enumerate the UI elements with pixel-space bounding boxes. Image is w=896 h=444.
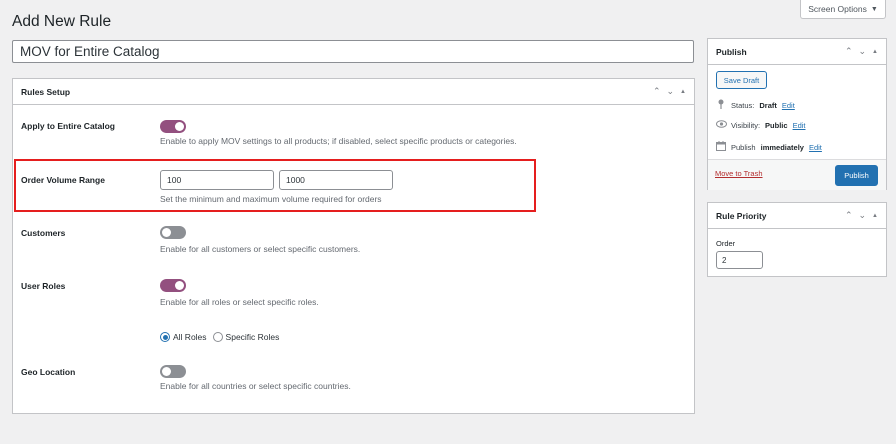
geo-location-toggle[interactable]: [160, 365, 186, 378]
visibility-value: Public: [765, 120, 788, 130]
status-label: Status:: [731, 100, 755, 110]
toggle-knob: [175, 122, 184, 131]
user-roles-description: Enable for all roles or select specific …: [160, 297, 319, 307]
collapse-toggle-icon[interactable]: ▲: [872, 49, 878, 55]
apply-entire-catalog-label: Apply to Entire Catalog: [21, 121, 115, 131]
toggle-knob: [162, 367, 171, 376]
screen-options-button[interactable]: Screen Options ▼: [800, 0, 886, 19]
rule-priority-box: Rule Priority ⌃ ⌄ ▲ Order 2: [707, 202, 887, 277]
publish-date-label: Publish: [731, 142, 756, 152]
edit-visibility-link[interactable]: Edit: [793, 121, 806, 130]
geo-location-description: Enable for all countries or select speci…: [160, 381, 351, 391]
chevron-down-icon[interactable]: ⌄: [859, 46, 867, 57]
edit-publish-date-link[interactable]: Edit: [809, 143, 822, 152]
radio-all-roles-label: All Roles: [173, 332, 207, 342]
collapse-toggle-icon[interactable]: ▲: [680, 89, 686, 95]
apply-entire-catalog-description: Enable to apply MOV settings to all prod…: [160, 136, 517, 146]
user-roles-toggle[interactable]: [160, 279, 186, 292]
visibility-label: Visibility:: [731, 120, 761, 130]
apply-entire-catalog-toggle[interactable]: [160, 120, 186, 133]
rules-setup-header: Rules Setup ⌃ ⌄ ▲: [13, 79, 694, 105]
calendar-icon: [716, 141, 726, 153]
radio-checked-icon: [160, 332, 170, 342]
rule-priority-handle-actions: ⌃ ⌄ ▲: [845, 210, 878, 221]
status-value: Draft: [759, 100, 777, 110]
rules-setup-heading: Rules Setup: [21, 86, 71, 97]
publish-actions-bar: Move to Trash Publish: [708, 159, 886, 190]
screen-options-label: Screen Options: [808, 4, 867, 14]
publish-date-row: Publish immediately Edit: [716, 141, 822, 153]
publish-handle-actions: ⌃ ⌄ ▲: [845, 46, 878, 57]
publish-header: Publish ⌃ ⌄ ▲: [708, 39, 886, 65]
publish-box: Publish ⌃ ⌄ ▲ Save Draft Status: Draft E…: [707, 38, 887, 190]
post-title-input[interactable]: MOV for Entire Catalog: [12, 40, 694, 63]
customers-description: Enable for all customers or select speci…: [160, 244, 361, 254]
publish-heading: Publish: [716, 46, 747, 57]
rules-setup-box: Rules Setup ⌃ ⌄ ▲ Apply to Entire Catalo…: [12, 78, 695, 414]
radio-specific-roles[interactable]: Specific Roles: [212, 332, 280, 342]
publish-button[interactable]: Publish: [835, 165, 878, 186]
chevron-down-icon[interactable]: ⌄: [667, 86, 675, 97]
rule-priority-heading: Rule Priority: [716, 210, 767, 221]
visibility-row: Visibility: Public Edit: [716, 120, 806, 130]
radio-specific-roles-label: Specific Roles: [225, 332, 280, 342]
collapse-toggle-icon[interactable]: ▲: [872, 213, 878, 219]
order-input[interactable]: 2: [716, 251, 763, 269]
caret-down-icon: ▼: [870, 5, 878, 13]
page-title: Add New Rule: [12, 13, 112, 30]
chevron-down-icon[interactable]: ⌄: [859, 210, 867, 221]
customers-label: Customers: [21, 228, 66, 238]
order-volume-highlight-box: [14, 159, 536, 212]
radio-unchecked-icon: [212, 332, 223, 342]
publish-date-value: immediately: [760, 142, 804, 152]
move-to-trash-link[interactable]: Move to Trash: [715, 169, 763, 178]
customers-toggle[interactable]: [160, 226, 186, 239]
order-label: Order: [716, 239, 736, 248]
geo-location-label: Geo Location: [21, 367, 76, 377]
chevron-up-icon[interactable]: ⌃: [653, 86, 661, 97]
toggle-knob: [162, 228, 171, 237]
eye-icon: [716, 120, 727, 130]
chevron-up-icon[interactable]: ⌃: [845, 210, 853, 221]
user-roles-label: User Roles: [21, 281, 66, 291]
chevron-up-icon[interactable]: ⌃: [845, 46, 853, 57]
pin-icon: [716, 99, 726, 111]
radio-all-roles[interactable]: All Roles: [160, 332, 207, 342]
edit-status-link[interactable]: Edit: [782, 101, 795, 110]
status-row: Status: Draft Edit: [716, 99, 795, 111]
rules-setup-handle-actions: ⌃ ⌄ ▲: [653, 86, 686, 97]
toggle-knob: [175, 281, 184, 290]
save-draft-button[interactable]: Save Draft: [716, 71, 767, 89]
rule-priority-header: Rule Priority ⌃ ⌄ ▲: [708, 203, 886, 229]
roles-radio-group: All Roles Specific Roles: [160, 332, 279, 342]
